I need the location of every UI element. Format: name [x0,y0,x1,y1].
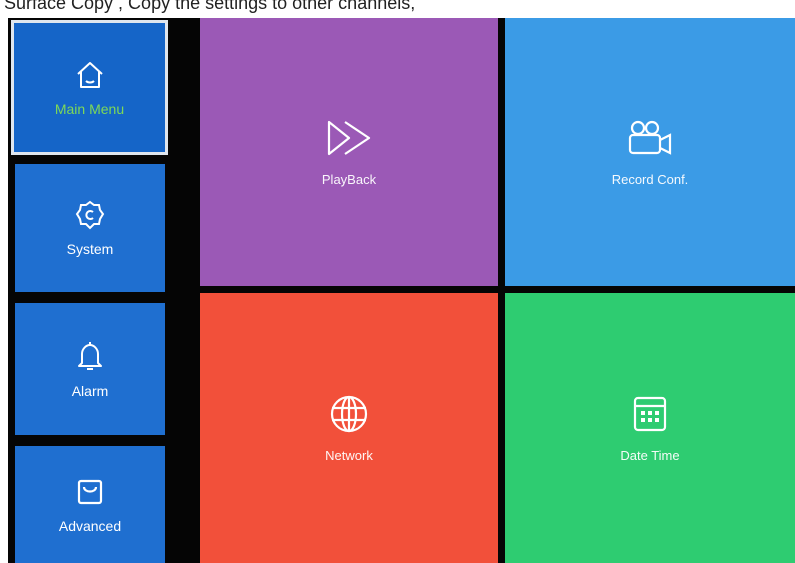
sidebar-item-alarm[interactable]: Alarm [15,303,165,435]
sidebar-item-advanced[interactable]: Advanced [15,446,165,563]
playback-tile[interactable]: PlayBack [200,18,498,286]
dvr-main-menu-screen: Main Menu System Alarm Advanced PlayBack… [8,18,795,563]
globe-icon [329,394,369,434]
record-conf-tile[interactable]: Record Conf. [505,18,795,286]
calendar-icon [630,394,670,434]
network-tile[interactable]: Network [200,293,498,563]
sidebar-item-main-menu[interactable]: Main Menu [11,20,168,155]
sidebar-item-label: Alarm [71,383,109,399]
record-conf-tile-label: Record Conf. [611,171,689,187]
video-camera-icon [626,118,674,158]
sidebar-item-label: Main Menu [54,100,125,117]
fast-forward-icon [325,118,373,158]
bell-icon [74,339,106,373]
date-time-tile[interactable]: Date Time [505,293,795,563]
date-time-tile-label: Date Time [620,447,680,463]
sidebar-item-system[interactable]: System [15,164,165,292]
home-icon [74,59,106,91]
sidebar-item-label: Advanced [58,517,122,534]
playback-tile-label: PlayBack [321,171,377,187]
network-tile-label: Network [325,447,373,463]
bag-icon [74,476,106,508]
gear-icon [74,199,106,231]
sidebar-item-label: System [66,241,114,257]
top-caption: Surface Copy , Copy the settings to othe… [0,0,795,18]
